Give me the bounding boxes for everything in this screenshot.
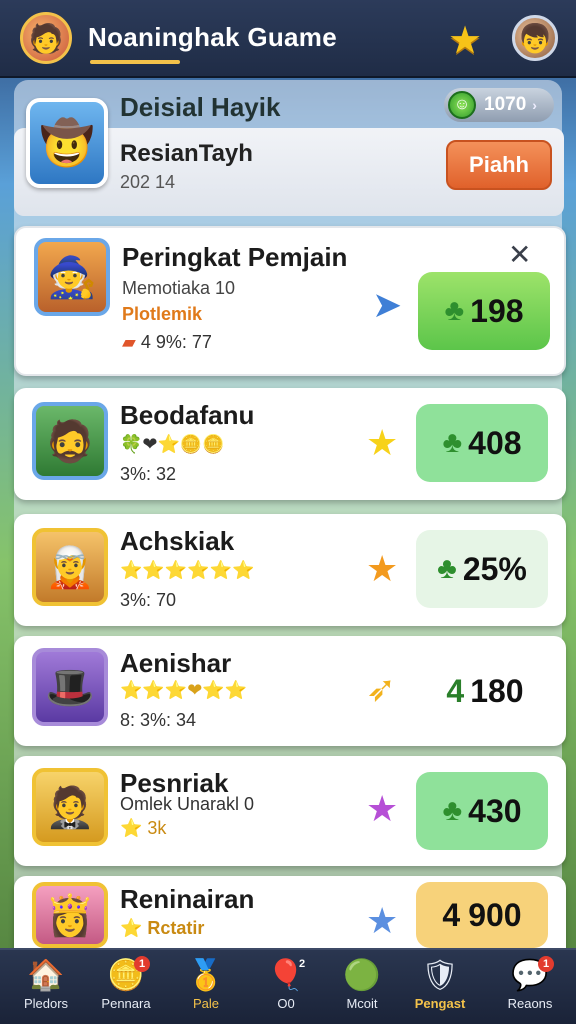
paper-plane-icon: ➤ bbox=[372, 284, 403, 325]
score-box: 4 900 bbox=[416, 882, 548, 948]
leaf-icon: ♣ bbox=[444, 294, 465, 327]
card-avatar: 🎩 bbox=[32, 648, 108, 726]
leaf-icon: ♣ bbox=[437, 552, 457, 585]
card-line-1: Memotiaka 10 bbox=[122, 278, 236, 298]
balloon-icon: 🎈 bbox=[267, 959, 305, 992]
card-icons: ⭐⭐⭐⭐⭐⭐ bbox=[120, 560, 255, 580]
profile-subtitle: 202 14 bbox=[120, 172, 176, 192]
star-icon[interactable]: ★ bbox=[448, 18, 482, 63]
nav-item-pale[interactable]: 🥇 Pale bbox=[170, 950, 242, 1024]
card-subtitle: Omlek Unarakl 0 bbox=[120, 794, 255, 814]
coin-balance-pill[interactable]: ☺ 1070 › bbox=[444, 88, 554, 122]
score-value: 900 bbox=[468, 896, 522, 933]
chevron-right-icon: › bbox=[532, 97, 537, 113]
card-icons: ⭐⭐⭐❤⭐⭐ bbox=[120, 680, 248, 700]
score-box: ♣ 198 bbox=[418, 272, 550, 350]
flame-icon: ▰ bbox=[122, 332, 136, 352]
nav-item-pledors[interactable]: 🏠 Pledors bbox=[10, 950, 82, 1024]
nav-item-mcoit[interactable]: 🟢 Mcoit bbox=[326, 950, 398, 1024]
shield-icon: 🛡 bbox=[420, 959, 460, 992]
score-box: ♣ 430 bbox=[416, 772, 548, 850]
card-avatar: 🤵 bbox=[32, 768, 108, 846]
nav-item-reaons[interactable]: 💬 1 Reaons bbox=[494, 950, 566, 1024]
card-stats: 3%: 70 bbox=[120, 590, 177, 610]
featured-card[interactable]: 🧙 Peringkat Pemjain Memotiaka 10 Plotlem… bbox=[14, 226, 566, 376]
card-avatar: 🧝 bbox=[32, 528, 108, 606]
player-card[interactable]: 🤵 Pesnriak Omlek Unarakl 0 ⭐ 3k ★ ♣ 430 bbox=[14, 756, 566, 866]
score-box: 4 180 bbox=[416, 652, 548, 730]
chat-icon: 💬 bbox=[511, 959, 549, 992]
score-prefix: 4 bbox=[446, 672, 465, 709]
card-avatar: 🧔 bbox=[32, 402, 108, 480]
card-stats: 4 9%: 77 bbox=[140, 332, 212, 352]
gold-icon: 🥇 bbox=[187, 959, 225, 992]
card-avatar: 👸 bbox=[32, 882, 108, 948]
title-underline bbox=[90, 60, 180, 64]
notification-badge: 1 bbox=[134, 956, 150, 972]
top-bar: 🧑 Noaninghak Guame ★ 👦 bbox=[0, 0, 576, 78]
score-value: 198 bbox=[470, 292, 524, 329]
score-box: ♣ 408 bbox=[416, 404, 548, 482]
bottom-nav: 🏠 Pledors 🪙 1 Pennara 🥇 Pale 🎈 2 O0 🟢 Mc… bbox=[0, 948, 576, 1024]
score-box: ♣ 25% bbox=[416, 530, 548, 608]
nav-item-o0[interactable]: 🎈 2 O0 bbox=[250, 950, 322, 1024]
coin-balance: 1070 bbox=[484, 94, 527, 115]
star-icon: ★ bbox=[366, 548, 399, 589]
coin-icon: ☺ bbox=[448, 91, 476, 119]
card-subtitle: ⭐ Rctatir bbox=[120, 918, 205, 938]
medal-icon: 🟢 bbox=[343, 959, 381, 992]
score-value: 430 bbox=[468, 792, 522, 829]
nav-item-pengast[interactable]: 🛡 Pengast bbox=[404, 950, 476, 1024]
card-name: Aenishar bbox=[120, 648, 232, 678]
card-name: Beodafanu bbox=[120, 400, 255, 430]
card-line-2: Plotlemik bbox=[122, 304, 203, 324]
coin-icon: 🪙 bbox=[107, 959, 145, 992]
card-stats: ⭐ 3k bbox=[120, 818, 167, 838]
card-name: Reninairan bbox=[120, 884, 255, 914]
score-prefix: 4 bbox=[442, 896, 461, 933]
player-card[interactable]: 🎩 Aenishar ⭐⭐⭐❤⭐⭐ 8: 3%: 34 ➶ 4 180 bbox=[14, 636, 566, 746]
card-name: Achskiak bbox=[120, 526, 235, 556]
score-value: 25% bbox=[462, 550, 527, 587]
notification-badge: 1 bbox=[538, 956, 554, 972]
card-icons: 🍀❤⭐🪙🪙 bbox=[120, 434, 225, 454]
star-icon: ★ bbox=[366, 900, 399, 941]
notification-badge: 2 bbox=[298, 958, 306, 970]
star-icon: ★ bbox=[366, 788, 399, 829]
card-avatar: 🧙 bbox=[34, 238, 110, 316]
app-title: Noaninghak Guame bbox=[88, 22, 337, 52]
card-stats: 3%: 32 bbox=[120, 464, 177, 484]
nav-item-pennara[interactable]: 🪙 1 Pennara bbox=[90, 950, 162, 1024]
star-icon: ★ bbox=[366, 422, 399, 463]
sword-icon: ➶ bbox=[366, 668, 397, 709]
leaf-icon: ♣ bbox=[442, 794, 463, 827]
play-button[interactable]: Piahh bbox=[446, 140, 552, 190]
card-name: Peringkat Pemjain bbox=[122, 242, 348, 272]
profile-avatar[interactable]: 🤠 bbox=[26, 98, 108, 188]
score-value: 180 bbox=[470, 672, 524, 709]
leaf-icon: ♣ bbox=[442, 426, 463, 459]
player-avatar-icon[interactable]: 🧑 bbox=[20, 12, 72, 64]
player-card[interactable]: 🧔 Beodafanu 🍀❤⭐🪙🪙 3%: 32 ★ ♣ 408 bbox=[14, 388, 566, 500]
header-title: Deisial Hayik bbox=[120, 92, 281, 122]
profile-name: ResianTayh bbox=[120, 140, 253, 167]
score-value: 408 bbox=[468, 424, 522, 461]
card-line-3: ▰ 4 9%: 77 bbox=[122, 332, 212, 353]
player-card[interactable]: 🧝 Achskiak ⭐⭐⭐⭐⭐⭐ 3%: 70 ★ ♣ 25% bbox=[14, 514, 566, 626]
home-icon: 🏠 bbox=[27, 959, 65, 992]
card-stats: 8: 3%: 34 bbox=[120, 710, 197, 730]
player-card[interactable]: 👸 Reninairan ⭐ Rctatir ★ 4 900 bbox=[14, 876, 566, 948]
profile-avatar-icon[interactable]: 👦 bbox=[512, 15, 558, 61]
close-icon[interactable]: ✕ bbox=[508, 238, 531, 271]
